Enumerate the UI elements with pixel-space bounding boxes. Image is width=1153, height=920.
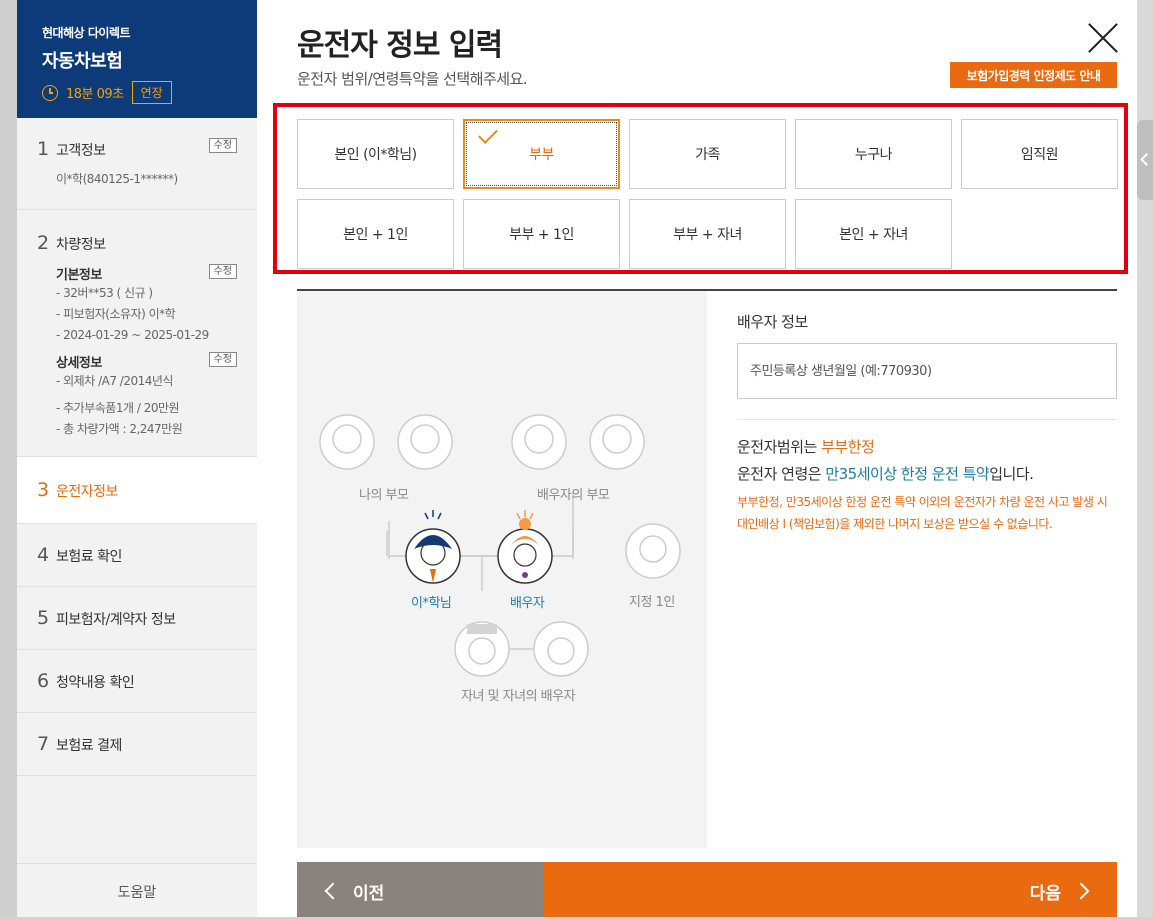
step-label: 고객정보 [56, 143, 106, 159]
check-icon [478, 124, 498, 144]
option-self[interactable]: 본인 (이*학님) [297, 119, 454, 189]
basic-info-line: - 32버**53 ( 신규 ) [56, 286, 153, 300]
next-label: 다음 [1029, 883, 1061, 904]
coverage-notice: 부부한정, 만35세이상 한정 운전 특약 이외의 운전자가 차량 운전 사고 … [737, 495, 1108, 531]
previous-button[interactable]: 이전 [297, 862, 543, 920]
step-customer-info: 1 고객정보 수정 이*학(840125-1******) [17, 118, 257, 210]
summary-highlight: 만35세이상 한정 운전 특약 [825, 465, 990, 483]
father-in-law-icon [511, 414, 567, 470]
option-couple[interactable]: 부부 [463, 119, 620, 189]
option-family[interactable]: 가족 [629, 119, 786, 189]
next-button[interactable]: 다음 [543, 862, 1117, 920]
option-couple-plus-one[interactable]: 부부 + 1인 [463, 199, 620, 269]
step-number: 7 [37, 733, 50, 755]
sidebar: 현대해상 다이렉트 자동차보험 18분 09초 연장 1 고객정보 수정 이*학… [17, 0, 257, 920]
step-label: 청약내용 확인 [56, 675, 135, 691]
customer-detail: 이*학(840125-1******) [56, 172, 178, 186]
edit-customer-button[interactable]: 수정 [208, 138, 237, 153]
product-name: 자동차보험 [42, 51, 123, 72]
step-label: 피보험자/계약자 정보 [56, 612, 176, 628]
summary-highlight: 부부한정 [821, 438, 875, 456]
family-diagram [319, 414, 681, 677]
step-payment[interactable]: 7 보험료 결제 [17, 713, 257, 776]
extend-session-button[interactable]: 연장 [131, 81, 172, 104]
step-label: 보험료 결제 [56, 738, 122, 754]
detail-info-line: - 추가부속품1개 / 20만원 [56, 401, 180, 415]
clock-icon [42, 84, 58, 101]
step-vehicle-info: 2 차량정보 기본정보 수정 - 32버**53 ( 신규 ) - 피보험자(소… [17, 210, 257, 457]
summary-text: 운전자 연령은 [737, 465, 826, 483]
step-number: 3 [37, 479, 50, 501]
basic-info-line: - 2024-01-29 ~ 2025-01-29 [56, 328, 209, 342]
sidebar-header: 현대해상 다이렉트 자동차보험 18분 09초 연장 [17, 0, 257, 118]
mother-icon [397, 414, 453, 470]
edit-basic-info-button[interactable]: 수정 [208, 264, 237, 279]
collapse-panel-tab[interactable] [1137, 120, 1153, 200]
page-subtitle: 운전자 범위/연령특약을 선택해주세요. [297, 70, 528, 88]
step-number: 1 [37, 138, 50, 160]
edit-detail-info-button[interactable]: 수정 [208, 352, 237, 367]
step-label: 운전자정보 [56, 484, 118, 500]
chevron-right-icon [1072, 882, 1090, 900]
option-self-plus-one[interactable]: 본인 + 1인 [297, 199, 454, 269]
caption-my-parents: 나의 부모 [359, 488, 409, 503]
close-icon[interactable] [1087, 22, 1119, 54]
step-number: 5 [37, 607, 50, 629]
caption-self: 이*학님 [411, 596, 452, 611]
self-icon [405, 510, 461, 584]
driver-age-summary: 운전자 연령은 만35세이상 한정 운전 특약입니다. [737, 463, 1034, 484]
step-label: 차량정보 [56, 237, 106, 253]
child-spouse-icon [533, 621, 589, 677]
insurance-career-guide-button[interactable]: 보험가입경력 인정제도 안내 [950, 62, 1117, 88]
designated-driver-icon [625, 523, 681, 579]
spouse-icon [497, 510, 553, 584]
mother-in-law-icon [589, 414, 645, 470]
step-number: 2 [37, 232, 50, 254]
child-icon [454, 621, 510, 677]
previous-label: 이전 [353, 883, 385, 904]
help-button[interactable]: 도움말 [17, 863, 257, 920]
separator [737, 419, 1117, 420]
option-couple-plus-children[interactable]: 부부 + 자녀 [629, 199, 786, 269]
option-label: 부부 [529, 147, 554, 163]
option-employee[interactable]: 임직원 [961, 119, 1118, 189]
step-label: 보험료 확인 [56, 549, 122, 565]
caption-children: 자녀 및 자녀의 배우자 [461, 689, 576, 704]
basic-info-line: - 피보험자(소유자) 이*학 [56, 307, 176, 321]
main-panel: 운전자 정보 입력 운전자 범위/연령특약을 선택해주세요. 보험가입경력 인정… [257, 0, 1137, 920]
page-title: 운전자 정보 입력 [297, 28, 503, 63]
summary-text: 입니다. [989, 465, 1034, 483]
caption-designated: 지정 1인 [629, 595, 675, 610]
summary-text: 운전자범위는 [737, 438, 822, 456]
father-icon [319, 414, 375, 470]
detail-info-line: - 총 차량가액 : 2,247만원 [56, 422, 183, 436]
step-driver-info[interactable]: 3 운전자정보 [17, 457, 257, 524]
brand-name: 현대해상 다이렉트 [42, 26, 131, 40]
session-timer: 18분 09초 연장 [42, 81, 257, 104]
caption-spouse-parents: 배우자의 부모 [537, 488, 610, 503]
step-number: 6 [37, 670, 50, 692]
timer-text: 18분 09초 [66, 87, 124, 102]
detail-info-line: - 외제차 /A7 /2014년식 [56, 374, 173, 388]
driver-scope-summary: 운전자범위는 부부한정 [737, 436, 875, 457]
driver-scope-illustration: 나의 부모 배우자의 부모 이*학님 배우자 지정 1인 자녀 및 자녀의 배우… [297, 291, 707, 848]
caption-spouse: 배우자 [510, 596, 545, 611]
spouse-info-label: 배우자 정보 [737, 313, 808, 331]
option-self-plus-children[interactable]: 본인 + 자녀 [795, 199, 952, 269]
step-insured-contractor[interactable]: 5 피보험자/계약자 정보 [17, 587, 257, 650]
chevron-left-icon [324, 882, 342, 900]
option-anyone[interactable]: 누구나 [795, 119, 952, 189]
step-number: 4 [37, 544, 50, 566]
step-premium-check[interactable]: 4 보험료 확인 [17, 524, 257, 587]
spouse-birthdate-input[interactable] [737, 343, 1117, 399]
step-application-review[interactable]: 6 청약내용 확인 [17, 650, 257, 713]
window-edge [0, 0, 17, 920]
